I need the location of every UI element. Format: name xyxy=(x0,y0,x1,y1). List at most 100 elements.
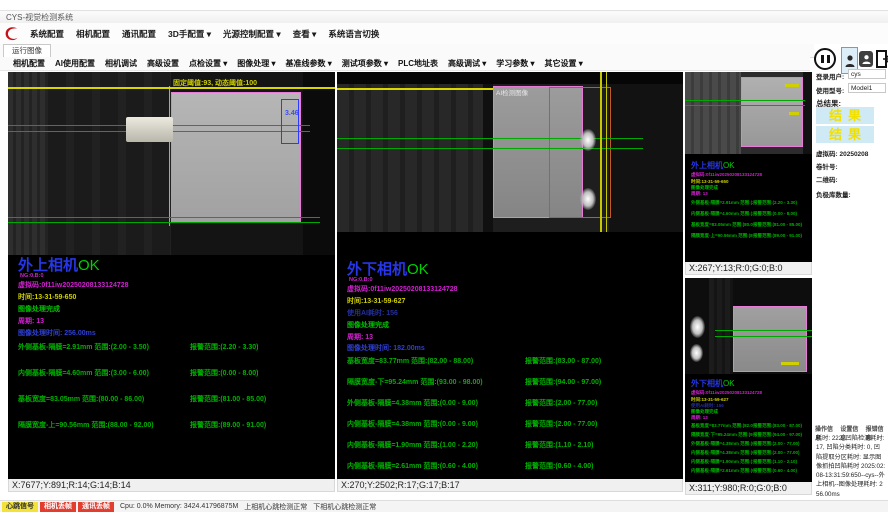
toolbar-item-8[interactable]: PLC地址表 xyxy=(393,58,443,69)
threshold-overlay-label: 固定阈值:93, 动态阈值:100 xyxy=(173,78,257,88)
bottom-status-bar: 心跳信号相机丢帧通讯丢帧 Cpu: 0.0% Memory: 3424.4179… xyxy=(0,500,888,512)
menu-item-5[interactable]: 查看 ▾ xyxy=(287,28,323,40)
user-manage-button[interactable] xyxy=(859,51,873,67)
exit-button[interactable] xyxy=(876,49,888,69)
measurement-alarm: 报警范围:(2.00 - 77.00) xyxy=(525,419,597,429)
measurement-row: 外侧基板-隔膜=4.38mm 范围:(0.00 - 9.00)报警范围:(2.0… xyxy=(347,398,681,408)
camera-result-title: 外上相机OK xyxy=(691,160,735,171)
measurement-value: 外侧基板-隔膜=2.91mm 范围:(2.00 - 3.50) xyxy=(18,342,190,352)
measurement-row: 基板宽度=83.77mm 范围:(82.00 - 88.00)报警范围:(83.… xyxy=(691,423,811,429)
camera-result-title: 外下相机OK xyxy=(691,378,735,389)
pixel-readout-bar: X:311;Y:980;R:0;G:0;B:0 xyxy=(685,482,812,495)
measurement-alarm: 报警范围:(2.00 - 77.00) xyxy=(753,441,800,447)
result-ok: OK xyxy=(78,257,100,274)
measurement-alarm: 报警范围:(0.60 - 4.00) xyxy=(753,468,797,474)
camera-result-title: 外上相机OK xyxy=(18,254,100,275)
measure-green-line xyxy=(337,148,643,149)
machine-structure xyxy=(48,72,171,255)
mini-bottom-camera-image[interactable] xyxy=(685,278,812,374)
measurement-value: 内侧基板-隔膜=4.60mm 范围:(3.00 - 6.00) xyxy=(18,368,190,378)
overlay-label-mark xyxy=(781,362,799,365)
menu-item-2[interactable]: 通讯配置 xyxy=(116,28,162,40)
menu-item-0[interactable]: 系统配置 xyxy=(24,28,70,40)
toolbar-item-2[interactable]: 相机调试 xyxy=(100,58,142,69)
menu-bar-items: 系统配置相机配置通讯配置3D手配置 ▾光源控制配置 ▾查看 ▾系统语言切换 xyxy=(24,28,385,40)
measurement-value: 内侧基板-隔膜=4.38mm 范围:(0.00 - 9.00) xyxy=(691,450,753,456)
measurement-row: 外侧基板-隔膜=4.38mm 范围:(0.00 - 9.00)报警范围:(2.0… xyxy=(691,441,811,447)
measurement-alarm: 报警范围:(0.60 - 4.00) xyxy=(525,461,593,471)
measurement-alarm: 报警范围:(83.00 - 87.00) xyxy=(753,423,802,429)
measurement-value: 内侧基板-隔膜=1.90mm 范围:(1.00 - 2.20) xyxy=(691,459,753,465)
cycle-line: 周期: 13 xyxy=(18,316,44,326)
mini-top-camera-image[interactable] xyxy=(685,72,812,154)
machine-structure xyxy=(483,84,493,232)
measurement-row: 内侧基板-隔膜=4.38mm 范围:(0.00 - 9.00)报警范围:(2.0… xyxy=(347,419,681,429)
cycle-line: 周期: 13 xyxy=(691,191,708,197)
measurement-row: 内侧基板-隔膜=4.60mm 范围:(3.00 - 6.00)报警范围:(0.0… xyxy=(691,211,811,217)
upper-camera-heartbeat: 上相机心跳检测正常 xyxy=(244,502,307,512)
measurement-list: 基板宽度=83.77mm 范围:(82.00 - 88.00)报警范围:(83.… xyxy=(347,356,681,482)
measurement-alarm: 报警范围:(81.00 - 85.00) xyxy=(190,394,266,404)
measurement-alarm: 报警范围:(1.10 - 2.10) xyxy=(753,459,797,465)
overlay-label-mark xyxy=(785,84,799,87)
measurement-alarm: 报警范围:(2.00 - 77.00) xyxy=(753,450,800,456)
status-badge-2: 通讯丢帧 xyxy=(78,502,114,512)
toolbar-item-5[interactable]: 图像处理 ▾ xyxy=(232,58,280,69)
camera-sub-status: NG:0,B:0 xyxy=(20,273,44,279)
measurement-alarm: 报警范围:(2.20 - 3.30) xyxy=(753,200,797,206)
menu-item-3[interactable]: 3D手配置 ▾ xyxy=(162,28,217,40)
toolbar: 相机配置AI使用配置相机调试高级设置点检设置 ▾图像处理 ▾基准线参数 ▾测试项… xyxy=(0,57,810,71)
pixel-readout-bar: X:267;Y:13;R:0;G:0;B:0 xyxy=(685,262,812,275)
pause-button[interactable] xyxy=(814,48,836,70)
measurement-list: 外侧基板-隔膜=2.91mm 范围:(2.00 - 3.50)报警范围:(2.2… xyxy=(691,200,811,244)
measurement-alarm: 报警范围:(89.00 - 91.00) xyxy=(753,233,802,239)
menu-item-4[interactable]: 光源控制配置 ▾ xyxy=(217,28,287,40)
time-line: 时间:13-31-59-650 xyxy=(18,292,76,302)
toolbar-item-11[interactable]: 其它设置 ▾ xyxy=(540,58,588,69)
toolbar-item-4[interactable]: 点检设置 ▾ xyxy=(184,58,232,69)
toolbar-item-10[interactable]: 学习参数 ▾ xyxy=(491,58,539,69)
measurement-value: 隔膜宽度-上=90.56mm 范围:(88.00 - 92.00) xyxy=(691,233,753,239)
measurement-row: 内侧基板-隔膜=1.90mm 范围:(1.00 - 2.20)报警范围:(1.1… xyxy=(691,459,811,465)
menu-item-1[interactable]: 相机配置 xyxy=(70,28,116,40)
measurement-alarm: 报警范围:(1.10 - 2.10) xyxy=(525,440,593,450)
process-done-line: 图像处理完成 xyxy=(18,304,60,314)
measurement-row: 隔膜宽度-上=90.56mm 范围:(88.00 - 92.00)报警范围:(8… xyxy=(18,420,333,430)
menu-item-6[interactable]: 系统语言切换 xyxy=(322,28,385,40)
machine-structure xyxy=(709,278,733,374)
model-value[interactable]: Model1 xyxy=(848,83,886,93)
toolbar-item-1[interactable]: AI使用配置 xyxy=(50,58,100,69)
measurement-row: 隔膜宽度-下=95.24mm 范围:(93.00 - 98.00)报警范围:(9… xyxy=(347,377,681,387)
toolbar-item-3[interactable]: 高级设置 xyxy=(142,58,184,69)
left-camera-image[interactable]: 3.46 固定阈值:93, 动态阈值:100 xyxy=(8,72,335,255)
toolbar-item-9[interactable]: 高级调试 ▾ xyxy=(443,58,491,69)
middle-camera-image[interactable]: AI检测图像 xyxy=(337,72,683,232)
toolbar-item-7[interactable]: 测试项参数 ▾ xyxy=(337,58,393,69)
toolbar-item-0[interactable]: 相机配置 xyxy=(8,58,50,69)
measure-green-line xyxy=(8,217,320,218)
user-icon xyxy=(862,54,871,65)
login-user-value[interactable]: cys xyxy=(848,69,886,79)
machine-structure xyxy=(685,72,741,154)
camera-panel-mini-top: 外上相机OK 虚拟码:0f11iw20250208133124728 时间:13… xyxy=(685,72,812,275)
tab-run-image[interactable]: 运行图像 xyxy=(3,44,51,57)
result-display-1: 结果 xyxy=(816,107,874,124)
measurement-row: 外侧基板-隔膜=2.91mm 范围:(2.00 - 3.50)报警范围:(2.2… xyxy=(691,200,811,206)
toolbar-item-6[interactable]: 基准线参数 ▾ xyxy=(281,58,337,69)
camera-panel-outer-upper: 3.46 固定阈值:93, 动态阈值:100 外上相机OK NG:0,B:0 虚… xyxy=(8,72,335,492)
status-badges: 心跳信号相机丢帧通讯丢帧 xyxy=(2,502,114,512)
barcode-line: 虚拟码:0f11iw20250208133124728 xyxy=(347,284,458,294)
measurement-row: 内侧基板-隔膜=2.61mm 范围:(0.60 - 4.00)报警范围:(0.6… xyxy=(347,461,681,471)
camera-name: 外下相机 xyxy=(691,379,723,388)
control-sidebar: 登录用户: cys 使用型号: Model1 总结果: 结果 结果 虚拟码: 2… xyxy=(814,44,888,512)
menu-bar: 系统配置相机配置通讯配置3D手配置 ▾光源控制配置 ▾查看 ▾系统语言切换 xyxy=(0,23,888,45)
machine-structure xyxy=(303,72,335,255)
measure-green-line xyxy=(715,336,812,337)
measure-green-line xyxy=(715,330,812,331)
time-line: 时间:13-31-59-627 xyxy=(347,296,405,306)
pin-number-label: 卷针号: xyxy=(816,161,838,171)
measurement-row: 内侧基板-隔膜=4.38mm 范围:(0.00 - 9.00)报警范围:(2.0… xyxy=(691,450,811,456)
measurement-alarm: 报警范围:(2.20 - 3.30) xyxy=(190,342,258,352)
measurement-value: 内侧基板-隔膜=2.61mm 范围:(0.60 - 4.00) xyxy=(347,461,525,471)
pixel-readout-bar: X:270;Y:2502;R:17;G:17;B:17 xyxy=(337,479,683,492)
